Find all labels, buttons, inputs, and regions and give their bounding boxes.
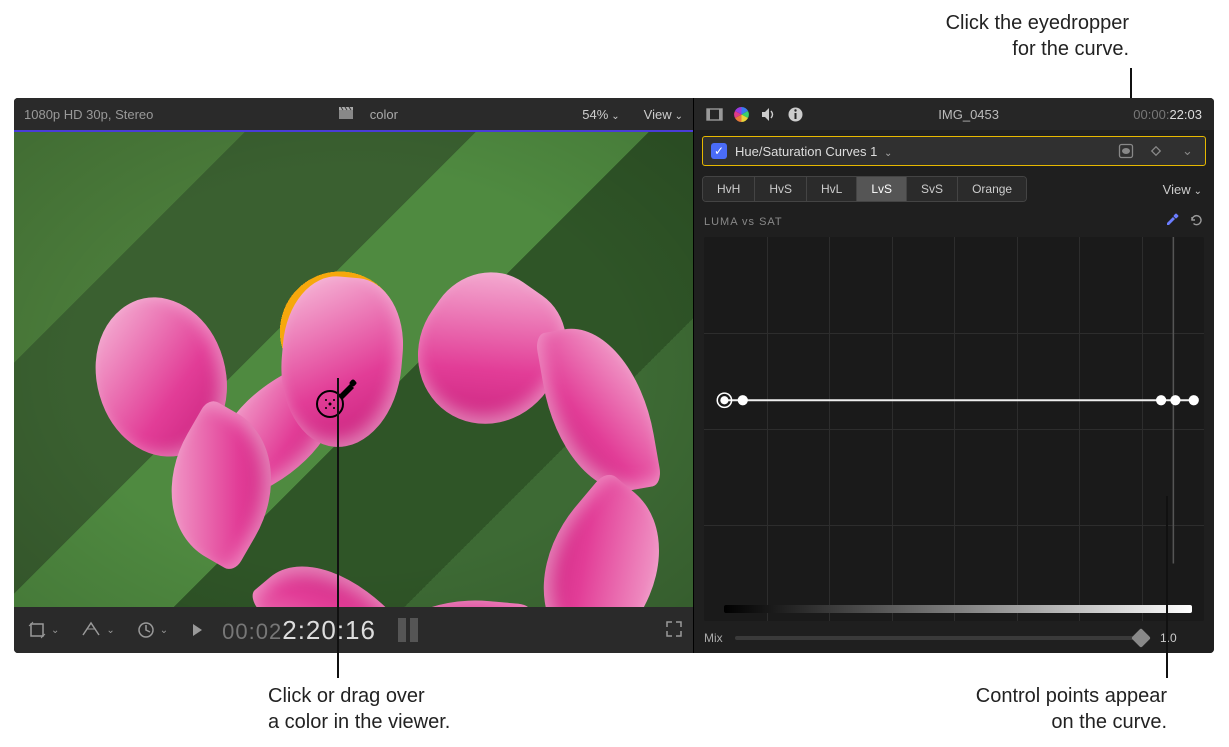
mix-slider-thumb[interactable] [1131, 628, 1151, 648]
reset-curve-button[interactable] [1188, 212, 1204, 231]
curve-view-dropdown[interactable]: View⌄ [1163, 182, 1206, 197]
app-window: 1080p HD 30p, Stereo color 54%⌄ View⌄ [14, 98, 1214, 653]
curve-svg [704, 237, 1204, 564]
retime-tool-dropdown[interactable]: ⌄ [133, 617, 172, 643]
effect-header-row: ✓ Hue/Saturation Curves 1 ⌄ ⌄ [702, 136, 1206, 166]
curve-tabgroup: HvH HvS HvL LvS SvS Orange [702, 176, 1027, 202]
chevron-down-icon: ⌄ [51, 625, 59, 636]
mix-row: Mix 1.0 [704, 631, 1204, 645]
chevron-down-icon: ⌄ [1194, 186, 1202, 197]
viewer-pane: 1080p HD 30p, Stereo color 54%⌄ View⌄ [14, 98, 694, 653]
tab-orange[interactable]: Orange [958, 177, 1026, 201]
eyedropper-button[interactable] [1164, 212, 1180, 231]
curve-title: LUMA vs SAT [704, 216, 1156, 228]
zoom-dropdown[interactable]: 54%⌄ [582, 107, 619, 122]
viewer-transport-bar: ⌄ ⌄ ⌄ 00:022:20:16 [14, 607, 693, 653]
annotation-left-leader [337, 378, 339, 678]
chevron-down-icon: ⌄ [160, 625, 168, 636]
annotation-right-leader [1166, 496, 1168, 678]
eyedropper-cursor [314, 376, 358, 420]
annotation-bottom-right: Control points appear on the curve. [976, 683, 1167, 735]
chevron-down-icon: ⌄ [1182, 143, 1193, 159]
transform-tool-dropdown[interactable]: ⌄ [77, 617, 118, 643]
video-inspector-tab[interactable] [706, 106, 723, 123]
curve-tabs-row: HvH HvS HvL LvS SvS Orange View⌄ [702, 176, 1206, 202]
tab-lvs[interactable]: LvS [857, 177, 907, 201]
inspector-header: IMG_0453 00:00:22:03 [694, 98, 1214, 130]
keyframe-button[interactable] [1145, 141, 1167, 161]
crop-tool-dropdown[interactable]: ⌄ [24, 617, 63, 643]
chevron-down-icon: ⌄ [611, 111, 619, 122]
curve-header: LUMA vs SAT [704, 212, 1204, 231]
annotation-bottom-left: Click or drag over a color in the viewer… [268, 683, 450, 735]
curve-editor[interactable] [704, 237, 1204, 621]
format-info: 1080p HD 30p, Stereo [24, 107, 153, 122]
chevron-down-icon: ⌄ [675, 111, 683, 122]
annotation-top-leader [1130, 68, 1132, 98]
mix-slider[interactable] [735, 636, 1148, 640]
effect-menu-dropdown[interactable]: ⌄ [1175, 141, 1197, 161]
effect-name-dropdown[interactable]: Hue/Saturation Curves 1 ⌄ [735, 144, 892, 159]
play-button[interactable] [186, 619, 208, 641]
chevron-down-icon: ⌄ [884, 148, 892, 159]
timecode-display[interactable]: 00:022:20:16 [222, 615, 376, 646]
clip-label: color [370, 107, 398, 122]
inspector-clip-name: IMG_0453 [814, 107, 1123, 122]
tab-hvl[interactable]: HvL [807, 177, 857, 201]
luma-gradient-strip [724, 605, 1192, 613]
color-inspector-tab[interactable] [733, 106, 750, 123]
viewer-canvas[interactable] [14, 130, 693, 607]
tab-hvs[interactable]: HvS [755, 177, 807, 201]
audio-meter [398, 618, 418, 642]
chevron-down-icon: ⌄ [106, 625, 114, 636]
tab-hvh[interactable]: HvH [703, 177, 755, 201]
fullscreen-button[interactable] [665, 620, 683, 641]
clapperboard-icon [338, 105, 354, 124]
curve-panel: LUMA vs SAT [704, 212, 1204, 621]
viewer-toolbar: 1080p HD 30p, Stereo color 54%⌄ View⌄ [14, 98, 693, 130]
tab-svs[interactable]: SvS [907, 177, 958, 201]
viewer-view-dropdown[interactable]: View⌄ [644, 107, 683, 122]
audio-inspector-tab[interactable] [760, 106, 777, 123]
mask-button[interactable] [1115, 141, 1137, 161]
mix-label: Mix [704, 631, 723, 645]
inspector-pane: IMG_0453 00:00:22:03 ✓ Hue/Saturation Cu… [694, 98, 1214, 653]
annotation-top: Click the eyedropper for the curve. [946, 10, 1129, 62]
inspector-duration: 00:00:22:03 [1133, 107, 1202, 122]
info-inspector-tab[interactable] [787, 106, 804, 123]
effect-enable-checkbox[interactable]: ✓ [711, 143, 727, 159]
